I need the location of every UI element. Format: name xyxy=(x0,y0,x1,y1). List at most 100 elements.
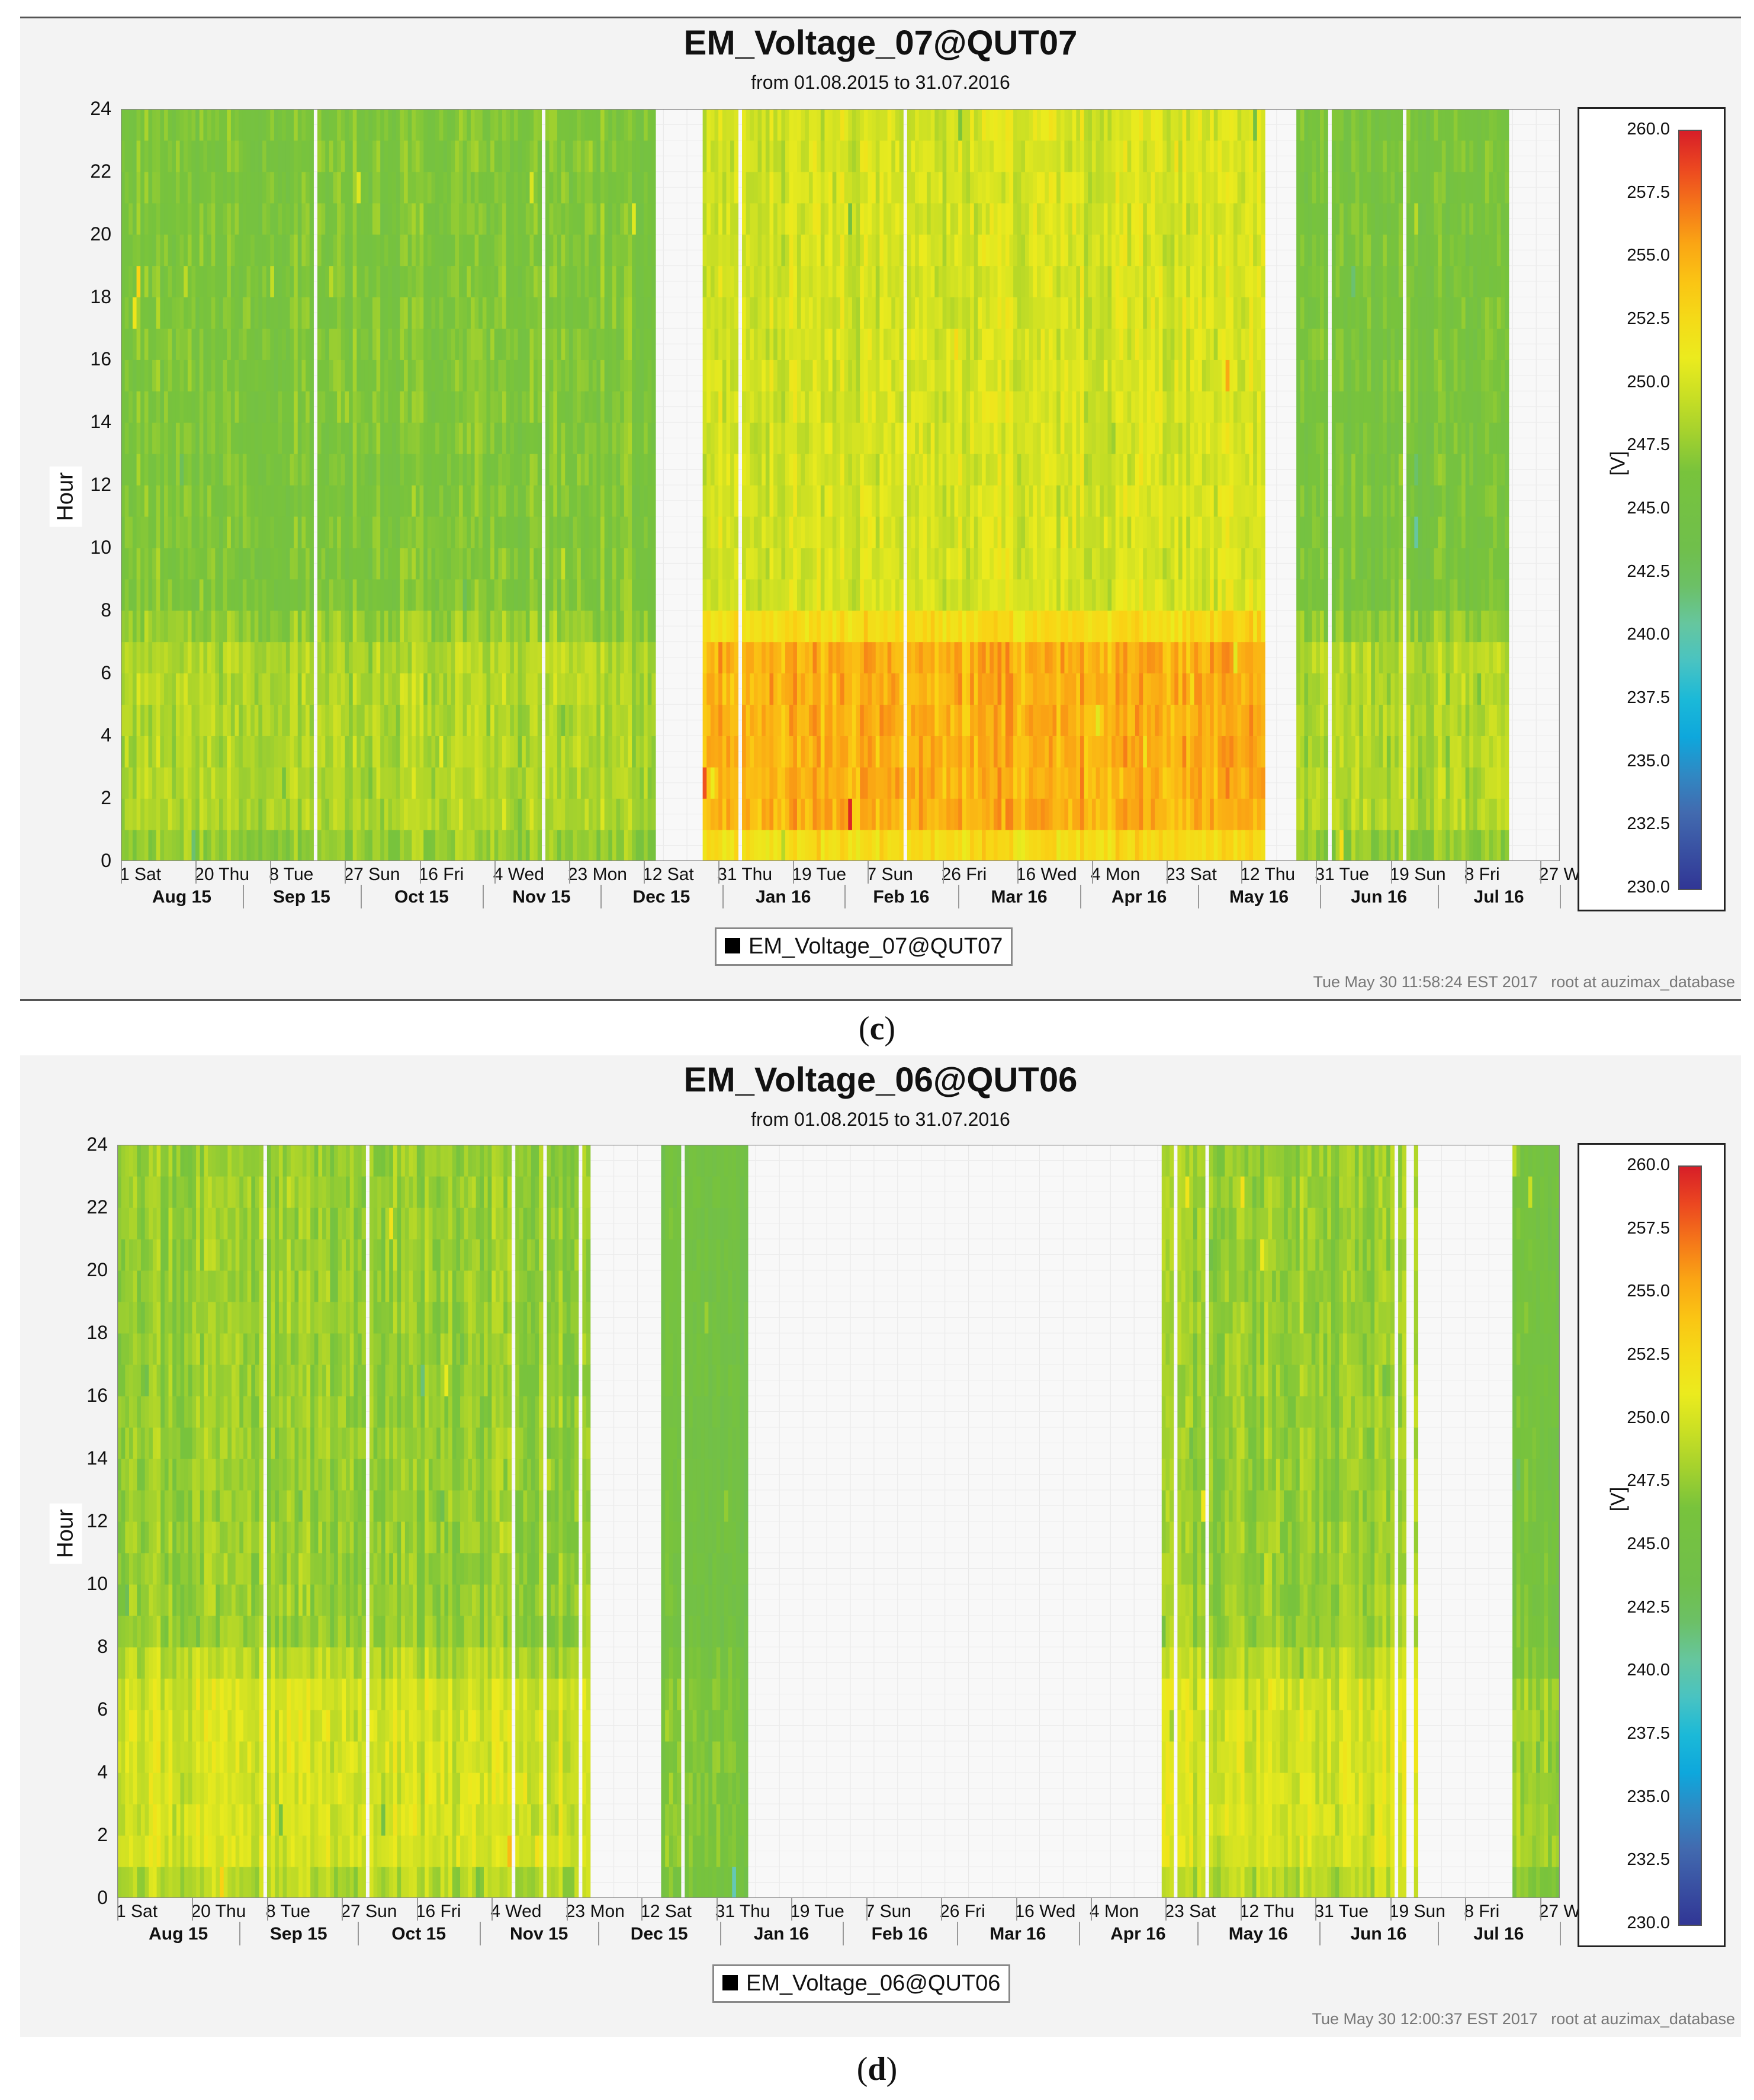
heatmap-cell xyxy=(706,234,711,266)
heatmap-cell xyxy=(219,798,224,830)
heatmap-cell xyxy=(777,798,782,830)
heatmap-cell xyxy=(647,140,652,172)
heatmap-cell xyxy=(750,297,754,329)
heatmap-cell xyxy=(451,454,455,486)
heatmap-cell xyxy=(742,109,747,141)
heatmap-cell xyxy=(573,171,577,204)
heatmap-cell xyxy=(211,547,216,580)
heatmap-cell xyxy=(435,234,440,266)
heatmap-cell xyxy=(918,454,924,486)
heatmap-cell xyxy=(148,830,153,861)
heatmap-cell xyxy=(710,516,715,548)
heatmap-cell xyxy=(872,704,876,736)
heatmap-cell xyxy=(191,641,196,674)
heatmap-cell xyxy=(974,359,978,391)
heatmap-cell xyxy=(911,265,915,298)
heatmap-cell xyxy=(620,767,625,799)
heatmap-cell xyxy=(498,547,503,580)
heatmap-cell xyxy=(534,736,538,768)
heatmap-cell xyxy=(368,641,373,674)
heatmap-cell xyxy=(306,454,310,486)
heatmap-cell xyxy=(301,109,306,141)
heatmap-cell xyxy=(234,641,239,674)
heatmap-cell xyxy=(140,203,145,235)
heatmap-cell xyxy=(215,391,220,423)
heatmap-cell xyxy=(561,610,566,643)
heatmap-cell xyxy=(290,359,294,391)
heatmap-cell xyxy=(580,171,586,204)
heatmap-cell xyxy=(557,798,562,830)
heatmap-cell xyxy=(529,610,534,643)
heatmap-cell xyxy=(868,265,872,298)
heatmap-cell xyxy=(129,140,133,172)
heatmap-cell xyxy=(168,234,172,266)
heatmap-cell xyxy=(568,641,574,674)
heatmap-cell xyxy=(958,454,963,486)
heatmap-cell xyxy=(333,109,338,141)
heatmap-cell xyxy=(262,547,267,580)
heatmap-cell xyxy=(525,422,531,454)
heatmap-cell xyxy=(144,454,149,486)
heatmap-cell xyxy=(349,391,354,423)
heatmap-cell xyxy=(801,171,805,204)
heatmap-cell xyxy=(388,359,393,391)
heatmap-cell xyxy=(879,547,884,580)
heatmap-cell xyxy=(954,830,959,861)
heatmap-cell xyxy=(184,140,188,172)
heatmap-cell xyxy=(844,328,849,360)
heatmap-cell xyxy=(938,547,943,580)
heatmap-cell xyxy=(856,454,860,486)
heatmap-cell xyxy=(573,516,577,548)
heatmap-cell xyxy=(294,704,298,736)
heatmap-cell xyxy=(490,422,495,454)
heatmap-cell xyxy=(702,234,707,266)
heatmap-cell xyxy=(840,547,845,580)
heatmap-cell xyxy=(262,140,267,172)
heatmap-cell xyxy=(447,328,452,360)
heatmap-cell xyxy=(879,265,884,298)
heatmap-cell xyxy=(376,798,381,830)
heatmap-cell xyxy=(227,798,232,830)
heatmap-cell xyxy=(644,297,648,329)
heatmap-cell xyxy=(211,359,216,391)
heatmap-cell xyxy=(384,547,389,580)
heatmap-cell xyxy=(282,297,287,329)
heatmap-cell xyxy=(938,641,943,674)
heatmap-cell xyxy=(376,109,381,141)
heatmap-cell xyxy=(250,547,255,580)
heatmap-cell xyxy=(844,579,849,611)
heatmap-cell xyxy=(553,736,558,768)
heatmap-cell xyxy=(124,485,129,517)
heatmap-cell xyxy=(160,516,165,548)
heatmap-cell xyxy=(400,265,404,298)
heatmap-cell xyxy=(702,203,707,235)
heatmap-cell xyxy=(879,610,884,643)
heatmap-cell xyxy=(144,610,149,643)
heatmap-cell xyxy=(337,610,342,643)
heatmap-cell xyxy=(832,234,837,266)
heatmap-cell xyxy=(404,109,409,141)
heatmap-cell xyxy=(954,516,959,548)
heatmap-cell xyxy=(435,171,440,204)
heatmap-cell xyxy=(435,109,440,141)
heatmap-cell xyxy=(278,704,282,736)
heatmap-cell xyxy=(918,704,924,736)
heatmap-cell xyxy=(392,641,397,674)
heatmap-cell xyxy=(828,798,833,830)
heatmap-cell xyxy=(345,673,349,705)
heatmap-cell xyxy=(384,673,389,705)
y-tick-label: 0 xyxy=(101,850,111,871)
heatmap-cell xyxy=(246,798,251,830)
heatmap-cell xyxy=(942,610,947,643)
heatmap-cell xyxy=(168,422,172,454)
heatmap-cell xyxy=(270,704,275,736)
heatmap-cell xyxy=(632,265,637,298)
heatmap-cell xyxy=(498,798,503,830)
heatmap-cell xyxy=(439,328,444,360)
heatmap-cell xyxy=(765,203,770,235)
heatmap-cell xyxy=(730,610,735,643)
heatmap-cell xyxy=(179,140,184,172)
heatmap-cell xyxy=(596,234,601,266)
heatmap-cell xyxy=(404,422,409,454)
heatmap-cell xyxy=(274,265,279,298)
